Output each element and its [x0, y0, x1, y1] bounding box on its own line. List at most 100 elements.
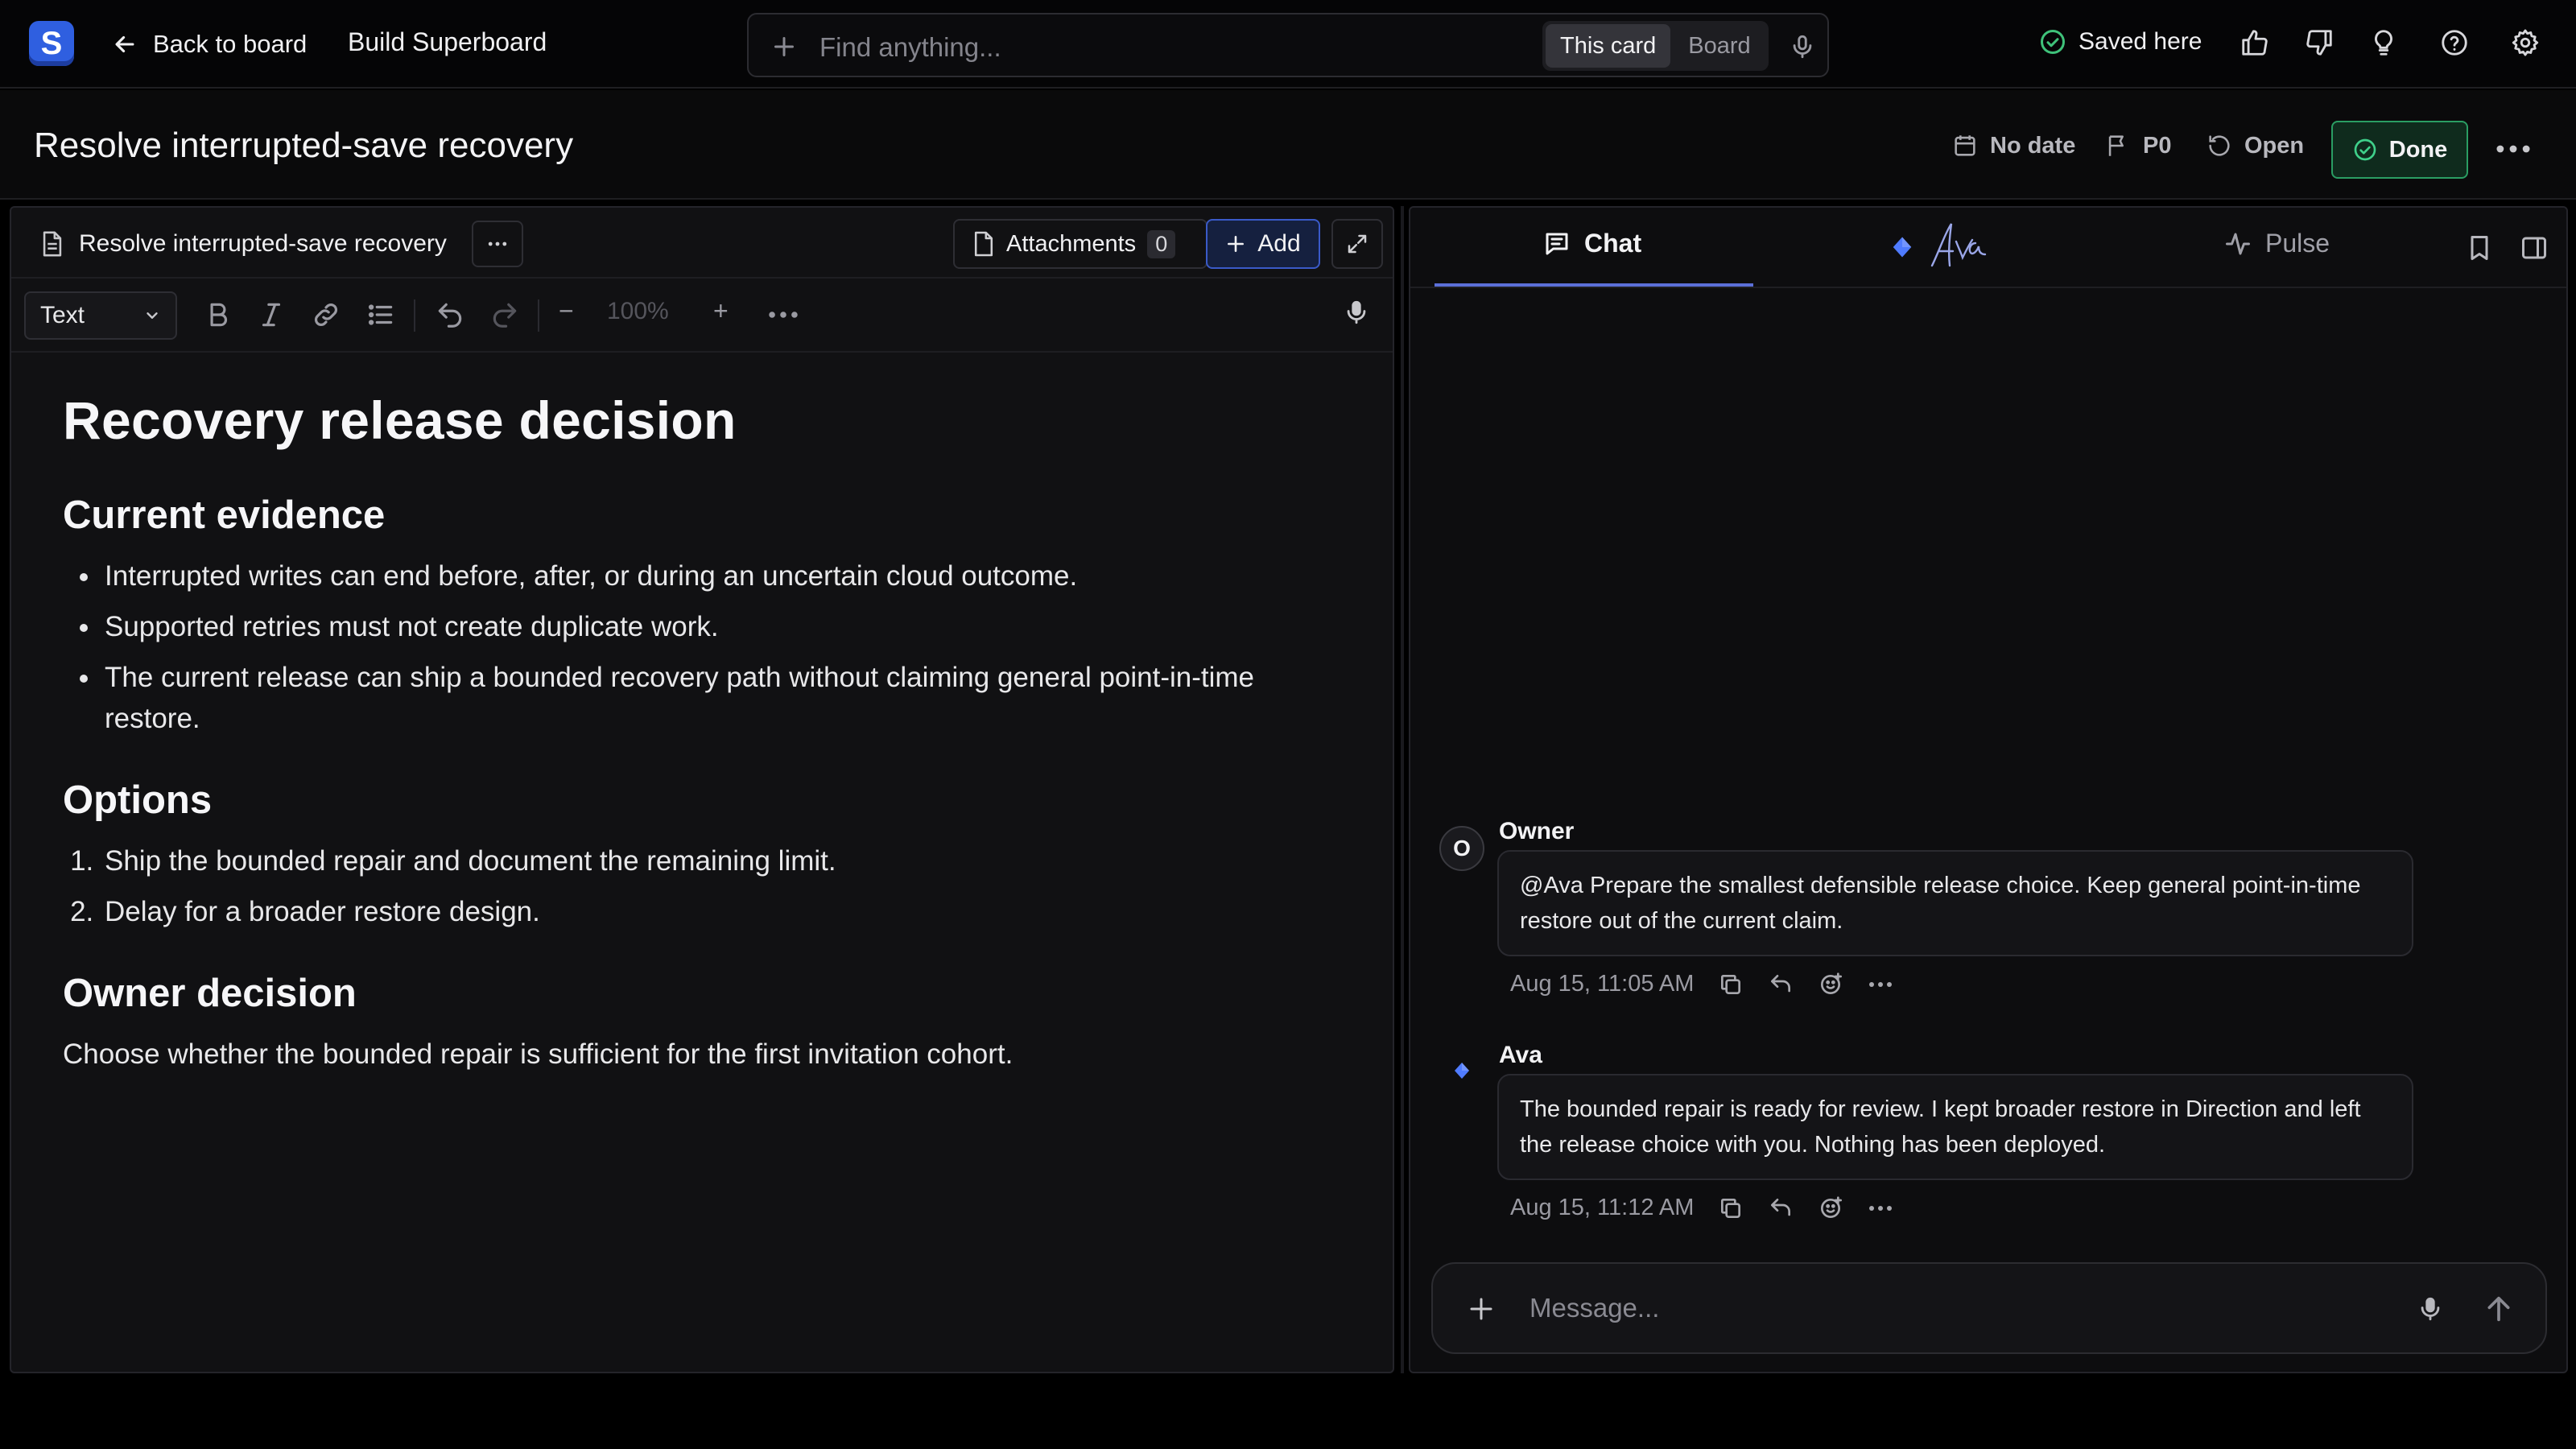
attachments-count: 0 — [1147, 229, 1176, 258]
check-circle-icon — [2038, 27, 2067, 56]
section-heading: Current evidence — [63, 493, 386, 537]
message-author: Owner — [1499, 818, 1575, 844]
tab-pulse[interactable]: Pulse — [2223, 229, 2330, 258]
search-bar: Find anything... This card Board — [747, 13, 1829, 77]
more-icon[interactable] — [1868, 980, 1893, 989]
attachments-button[interactable]: Attachments 0 — [953, 219, 1208, 269]
active-tab-indicator — [1435, 283, 1753, 287]
microphone-icon[interactable] — [2417, 1293, 2444, 1325]
status-label: Open — [2244, 132, 2305, 159]
microphone-icon[interactable] — [1343, 296, 1370, 328]
message-input[interactable]: Message... — [1530, 1293, 1659, 1323]
tab-ava[interactable] — [1890, 219, 1992, 275]
document-tab-label: Resolve interrupted-save recovery — [79, 230, 447, 257]
formatting-toolbar: Text − 100% + — [11, 280, 1393, 353]
evidence-list: Interrupted writes can end before, after… — [63, 555, 1351, 739]
reopen-icon — [2206, 132, 2233, 159]
ava-logo-wordmark — [1927, 219, 1992, 275]
priority-label: P0 — [2143, 132, 2172, 159]
pulse-icon — [2223, 229, 2252, 258]
document-editor: Resolve interrupted-save recovery Attach… — [10, 206, 1394, 1373]
save-status: Saved here — [2038, 27, 2202, 56]
attachments-label: Attachments — [1006, 230, 1137, 257]
bookmark-icon[interactable] — [2465, 233, 2494, 262]
reply-icon[interactable] — [1768, 1195, 1794, 1221]
tab-pulse-label: Pulse — [2265, 229, 2330, 258]
zoom-out-button[interactable]: − — [559, 296, 574, 326]
add-label: Add — [1257, 230, 1301, 257]
search-scope-toggle: This card Board — [1542, 21, 1769, 71]
message-body: The bounded repair is ready for review. … — [1497, 1074, 2413, 1180]
done-label: Done — [2388, 136, 2448, 163]
copy-icon[interactable] — [1718, 1195, 1744, 1221]
add-attachment-button[interactable]: Add — [1206, 219, 1320, 269]
expand-button[interactable] — [1331, 219, 1383, 269]
undo-icon[interactable] — [435, 299, 465, 330]
expand-icon — [1345, 232, 1369, 256]
section-heading: Options — [63, 778, 213, 822]
more-tools-icon[interactable] — [768, 309, 799, 320]
chevron-down-icon — [143, 307, 161, 324]
check-circle-icon — [2352, 137, 2378, 163]
chat-panel: Chat Pulse O Owner @Ava Prepare the smal… — [1409, 206, 2568, 1373]
document-tab-bar: Resolve interrupted-save recovery Attach… — [11, 208, 1393, 279]
message-body: @Ava Prepare the smallest defensible rel… — [1497, 850, 2413, 956]
search-input[interactable]: Find anything... — [819, 32, 1001, 63]
plus-icon — [1225, 233, 1246, 254]
help-icon[interactable] — [2439, 27, 2470, 58]
settings-icon[interactable] — [2510, 27, 2541, 58]
thumbs-down-icon[interactable] — [2304, 27, 2334, 58]
thumbs-up-icon[interactable] — [2240, 27, 2270, 58]
more-icon[interactable] — [1868, 1204, 1893, 1212]
list-item: Interrupted writes can end before, after… — [101, 555, 1351, 597]
save-status-label: Saved here — [2079, 28, 2202, 55]
date-button[interactable]: No date — [1951, 132, 2075, 159]
reply-icon[interactable] — [1768, 972, 1794, 997]
board-name[interactable]: Build Superboard — [348, 27, 547, 57]
microphone-icon[interactable] — [1789, 32, 1816, 61]
zoom-level: 100% — [607, 298, 669, 324]
back-to-board-button[interactable]: Back to board — [111, 24, 307, 64]
plus-icon[interactable] — [1467, 1294, 1496, 1323]
scope-board[interactable]: Board — [1674, 24, 1765, 68]
list-item: Delay for a broader restore design. — [101, 891, 1351, 932]
document-more-button[interactable] — [472, 221, 523, 267]
add-reaction-icon[interactable] — [1818, 972, 1843, 997]
plus-icon[interactable] — [770, 32, 799, 61]
bulleted-list-icon[interactable] — [365, 299, 396, 330]
link-icon[interactable] — [311, 299, 341, 330]
list-item: Ship the bounded repair and document the… — [101, 840, 1351, 881]
document-content[interactable]: Recovery release decision Current eviden… — [63, 390, 1351, 1113]
card-title[interactable]: Resolve interrupted-save recovery — [34, 126, 573, 166]
card-header: Resolve interrupted-save recovery No dat… — [0, 90, 2576, 200]
redo-icon[interactable] — [489, 299, 520, 330]
status-button[interactable]: Open — [2206, 132, 2304, 159]
italic-icon[interactable] — [256, 299, 287, 330]
add-reaction-icon[interactable] — [1818, 1195, 1843, 1221]
avatar: O — [1439, 826, 1484, 871]
decision-text: Choose whether the bounded repair is suf… — [63, 1038, 1013, 1070]
chat-icon — [1542, 229, 1571, 258]
evidence-section: Current evidence Interrupted writes can … — [63, 493, 1351, 739]
zoom-in-button[interactable]: + — [713, 296, 729, 326]
block-type-select[interactable]: Text — [24, 291, 177, 340]
app-logo[interactable]: S — [29, 21, 74, 66]
top-bar: S Back to board Build Superboard Find an… — [0, 0, 2576, 89]
toggle-panel-icon[interactable] — [2520, 233, 2549, 262]
lightbulb-icon[interactable] — [2368, 27, 2399, 58]
toolbar-divider — [414, 299, 415, 332]
tab-chat[interactable]: Chat — [1542, 229, 1641, 258]
ava-diamond-icon — [1890, 235, 1914, 259]
bold-icon[interactable] — [203, 299, 233, 330]
pane-resize-handle[interactable] — [1401, 206, 1404, 1373]
document-tab[interactable]: Resolve interrupted-save recovery — [40, 230, 447, 258]
more-options-icon[interactable] — [2496, 137, 2531, 161]
done-button[interactable]: Done — [2331, 121, 2468, 179]
send-arrow-icon[interactable] — [2483, 1293, 2515, 1325]
copy-icon[interactable] — [1718, 972, 1744, 997]
message-composer: Message... — [1431, 1262, 2547, 1354]
scope-this-card[interactable]: This card — [1546, 24, 1671, 68]
options-section: Options Ship the bounded repair and docu… — [63, 778, 1351, 932]
priority-button[interactable]: P0 — [2104, 132, 2171, 159]
panel-tab-bar: Chat Pulse — [1410, 208, 2566, 288]
